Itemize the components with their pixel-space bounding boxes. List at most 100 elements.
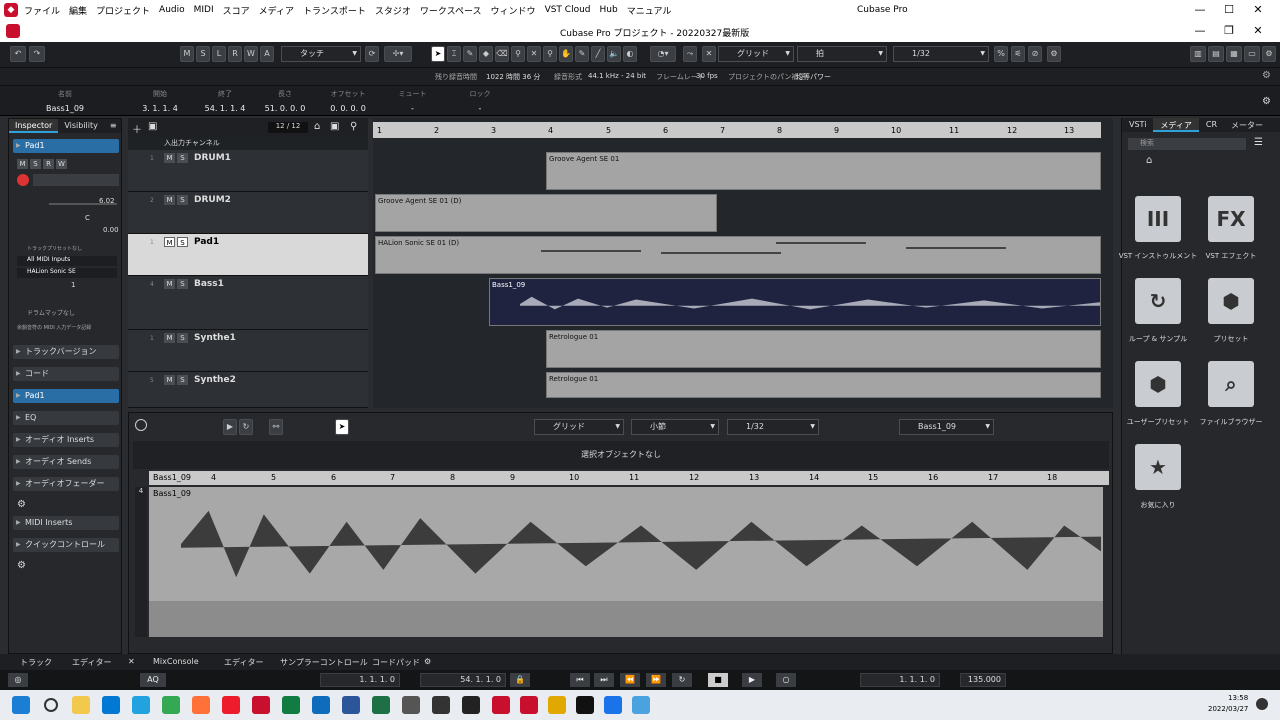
event-name-field[interactable]: 名前 Bass1_09 [40, 89, 90, 113]
color-tool-icon[interactable]: ◐ [623, 46, 637, 62]
global-auto-button[interactable]: A [260, 46, 274, 62]
track-synthe1[interactable]: 1 M S Synthe1 [128, 330, 368, 372]
tempo-field[interactable]: 135.000 [960, 673, 1006, 687]
delay-value[interactable]: 0.00 [103, 226, 119, 234]
statusline-settings-icon[interactable]: ⚙ [1262, 70, 1271, 81]
file-browser-tile[interactable]: ⌕ [1208, 361, 1254, 407]
range-select-tool-icon[interactable]: ⌶ [447, 46, 461, 62]
left-zone-toggle-icon[interactable]: ▥ [1190, 46, 1206, 62]
lower-zone-toggle-icon[interactable]: ▤ [1208, 46, 1224, 62]
loops-samples-tile[interactable]: ↻ [1135, 278, 1181, 324]
track-drum1[interactable]: 1 M S DRUM1 [128, 150, 368, 192]
object-select-tool-icon[interactable]: ➤ [431, 46, 445, 62]
inspector-settings-icon[interactable]: ⚙ [17, 499, 26, 510]
midi-part[interactable]: Retrologue 01 [546, 372, 1101, 398]
event-length-field[interactable]: 長さ 51. 0. 0. 0 [255, 89, 315, 113]
midi-part[interactable]: Retrologue 01 [546, 330, 1101, 368]
minimize-button[interactable]: — [1193, 3, 1207, 17]
word-icon[interactable] [342, 696, 360, 714]
mute-tool-icon[interactable]: ✕ [527, 46, 541, 62]
go-to-start-icon[interactable]: ⏮ [570, 673, 590, 687]
split-tool-icon[interactable]: ✎ [463, 46, 477, 62]
add-track-icon[interactable]: ＋ [132, 121, 142, 136]
chrome-icon[interactable] [162, 696, 180, 714]
mute-button[interactable]: M [17, 159, 28, 169]
midi-part[interactable]: Groove Agent SE 01 [546, 152, 1101, 190]
record-button[interactable]: ○ [776, 673, 796, 687]
teams-icon[interactable] [102, 696, 120, 714]
track-name[interactable]: Bass1 [194, 279, 224, 289]
project-restore-button[interactable]: ❐ [1222, 24, 1236, 38]
waveform-display[interactable]: Bass1_09 [149, 487, 1103, 601]
glue-tool-icon[interactable]: ◆ [479, 46, 493, 62]
event-mute-field[interactable]: ミュート - [385, 89, 440, 113]
search-icon[interactable]: ⚲ [350, 121, 357, 132]
track-name[interactable]: Synthe1 [194, 333, 236, 343]
tab-mixconsole[interactable]: MixConsole [153, 657, 199, 666]
loop-audition-icon[interactable]: ↻ [239, 419, 253, 435]
play-audition-icon[interactable]: ▶ [223, 419, 237, 435]
vst-effects-tile[interactable]: FX [1208, 196, 1254, 242]
color-menu-icon[interactable]: ◔▾ [650, 46, 676, 62]
position-display[interactable]: 1. 1. 1. 0 [860, 673, 940, 687]
quantize-icon[interactable]: % [994, 46, 1008, 62]
app-icon-4[interactable] [520, 696, 538, 714]
lower-snap-select[interactable]: グリッド [534, 419, 624, 435]
grid-type-select[interactable]: 拍 [797, 46, 887, 62]
tiktok-icon[interactable] [576, 696, 594, 714]
maximize-button[interactable]: ☐ [1222, 3, 1236, 17]
user-presets-tile[interactable]: ⬢ [1135, 361, 1181, 407]
menu-vst-cloud[interactable]: VST Cloud [545, 5, 591, 15]
lower-event-select[interactable]: Bass1_09 [899, 419, 994, 435]
excel-icon[interactable] [282, 696, 300, 714]
menu-file[interactable]: ファイル [24, 4, 60, 17]
menu-project[interactable]: プロジェクト [96, 4, 150, 17]
snap-on-icon[interactable]: ✕ [702, 46, 716, 62]
redo-icon[interactable]: ↷ [29, 46, 45, 62]
section-audio-inserts[interactable]: オーディオ Inserts [13, 433, 119, 447]
track-name[interactable]: Synthe2 [194, 375, 236, 385]
section-chords[interactable]: コード [13, 367, 119, 381]
comp-tool-icon[interactable]: ⚲ [543, 46, 557, 62]
tab-editor-left[interactable]: エディター [72, 657, 111, 668]
toolbar-settings-icon[interactable]: ⚙ [1262, 46, 1276, 62]
midi-channel[interactable]: 1 [71, 281, 75, 289]
quantize-select[interactable]: 1/32 [893, 46, 989, 62]
global-listen-button[interactable]: L [212, 46, 226, 62]
write-button[interactable]: W [56, 159, 67, 169]
timeline-ruler[interactable]: 1 2 3 4 5 6 7 8 9 10 11 12 13 [373, 122, 1101, 138]
audio-event[interactable]: Bass1_09 [489, 278, 1101, 326]
pan-value[interactable]: C [85, 214, 90, 222]
inspector-menu-icon[interactable]: ≡ [104, 119, 123, 133]
cubase-taskbar-icon[interactable] [492, 696, 510, 714]
opera-icon[interactable] [222, 696, 240, 714]
toolbar-config-icon[interactable]: ▭ [1244, 46, 1260, 62]
tab-chord-pads[interactable]: コードパッド [372, 657, 420, 668]
lower-quantize-select[interactable]: 1/32 [727, 419, 819, 435]
right-zone-toggle-icon[interactable]: ▦ [1226, 46, 1242, 62]
app-icon[interactable] [252, 696, 270, 714]
lower-grid-select[interactable]: 小節 [631, 419, 719, 435]
event-start-field[interactable]: 開始 3. 1. 1. 4 [130, 89, 190, 113]
project-arrangement[interactable]: 1 2 3 4 5 6 7 8 9 10 11 12 13 Groove Agent SE 01 Gro… [373, 118, 1113, 408]
project-close-button[interactable]: ✕ [1251, 24, 1265, 38]
read-button[interactable]: R [43, 159, 54, 169]
editor-ruler[interactable]: Bass1_09 4 5 6 7 8 9 10 11 12 13 14 15 16 17 18 [149, 471, 1109, 485]
app-icon-6[interactable] [604, 696, 622, 714]
link-icon[interactable]: ⚯ [269, 419, 283, 435]
event-offset-field[interactable]: オフセット 0. 0. 0. 0 [318, 89, 378, 113]
section-audio-fader[interactable]: オーディオフェーダー [13, 477, 119, 491]
track-synthe2[interactable]: 5 M S Synthe2 [128, 372, 368, 408]
volume-slider[interactable] [49, 203, 117, 205]
favorites-tile[interactable]: ★ [1135, 444, 1181, 490]
event-lock-field[interactable]: ロック - [450, 89, 510, 113]
close-button[interactable]: ✕ [1251, 3, 1265, 17]
menu-manual[interactable]: マニュアル [627, 4, 672, 17]
rec-format-value[interactable]: 44.1 kHz - 24 bit [588, 72, 646, 80]
play-tool-icon[interactable]: 🔈 [607, 46, 621, 62]
app-icon-5[interactable] [548, 696, 566, 714]
solo-button[interactable]: S [30, 159, 41, 169]
stop-button[interactable]: ■ [708, 673, 728, 687]
framerate-value[interactable]: 30 fps [696, 72, 718, 80]
global-read-button[interactable]: R [228, 46, 242, 62]
